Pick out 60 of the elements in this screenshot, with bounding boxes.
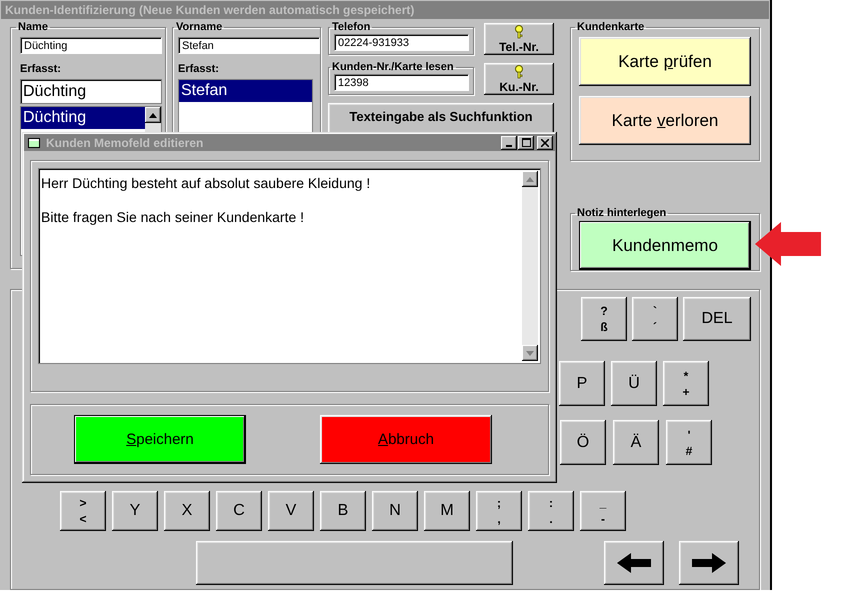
captured-label: Erfasst: [20, 63, 62, 77]
keyboard-key[interactable]: > < [60, 491, 106, 532]
key-icon [514, 64, 524, 78]
customer-lookup-button[interactable]: Ku.-Nr. [484, 63, 554, 95]
keyboard-key[interactable]: Ö [560, 420, 606, 466]
keyboard-key[interactable]: M [424, 491, 470, 532]
close-icon [541, 138, 549, 146]
customer-number-field[interactable]: 12398 [334, 74, 469, 91]
keyboard-key[interactable]: ` ´ [632, 297, 678, 342]
maximize-button[interactable] [518, 136, 534, 150]
window-title: Kunden-Identifizierung (Neue Kunden werden automatisch gespeichert) [1, 1, 769, 19]
captured-name-field[interactable]: Düchting [20, 79, 162, 104]
keyboard-key[interactable]: DEL [683, 297, 751, 342]
scroll-up-icon [149, 112, 157, 118]
list-item[interactable]: Düchting [21, 107, 145, 129]
save-button[interactable]: Speichern [74, 415, 246, 464]
right-arrow-key[interactable] [679, 541, 739, 586]
card-button[interactable]: Karte prüfen [579, 37, 751, 86]
space-bar[interactable] [196, 541, 513, 586]
group-label: Name [17, 21, 49, 33]
keyboard-key[interactable]: _ - [580, 491, 626, 532]
card-button[interactable]: Karte verloren [579, 96, 751, 145]
minimize-icon [506, 144, 512, 146]
keyboard-key[interactable]: V [268, 491, 314, 532]
keyboard-key[interactable]: Y [112, 491, 158, 532]
key-icon [514, 24, 524, 38]
pointer-arrow [755, 222, 821, 266]
left-arrow-key[interactable] [604, 541, 664, 586]
cancel-button[interactable]: Abbruch [320, 415, 492, 464]
keyboard-key[interactable]: ? ß [581, 297, 627, 342]
phone-lookup-button[interactable]: Tel.-Nr. [484, 23, 554, 55]
keyboard-key[interactable]: * + [663, 361, 709, 406]
list-item[interactable]: Stefan [179, 80, 312, 102]
firstname-field[interactable]: Stefan [178, 37, 320, 54]
group-label: Kundenkarte [576, 21, 646, 33]
keyboard-key[interactable]: ' # [666, 420, 712, 466]
captured-label: Erfasst: [178, 63, 220, 77]
name-field[interactable]: Düchting [20, 37, 162, 54]
keyboard-key[interactable]: B [320, 491, 366, 532]
dialog-title: Kunden Memofeld editieren [46, 136, 204, 150]
memo-button[interactable]: Kundenmemo [579, 221, 751, 270]
group-label: Vorname [175, 21, 224, 33]
left-arrow-icon [617, 553, 651, 574]
group-label: Notiz hinterlegen [576, 207, 668, 219]
keyboard-key[interactable]: P [559, 361, 605, 406]
keyboard-key[interactable]: Ü [611, 361, 657, 406]
keyboard-key[interactable]: N [372, 491, 418, 532]
minimize-button[interactable] [501, 136, 517, 150]
group-label: Telefon [331, 21, 372, 33]
maximize-icon [522, 138, 530, 147]
keyboard-key[interactable]: X [164, 491, 210, 532]
keyboard-key[interactable]: Ä [613, 420, 659, 466]
keyboard-key[interactable]: ; , [476, 491, 522, 532]
keyboard-key[interactable]: : . [528, 491, 574, 532]
keyboard-key[interactable]: C [216, 491, 262, 532]
phone-field[interactable]: 02224-931933 [334, 34, 469, 51]
right-arrow-icon [692, 553, 726, 574]
group-label: Kunden-Nr./Karte lesen [331, 61, 455, 73]
close-button[interactable] [537, 136, 553, 150]
window-icon [28, 137, 40, 148]
